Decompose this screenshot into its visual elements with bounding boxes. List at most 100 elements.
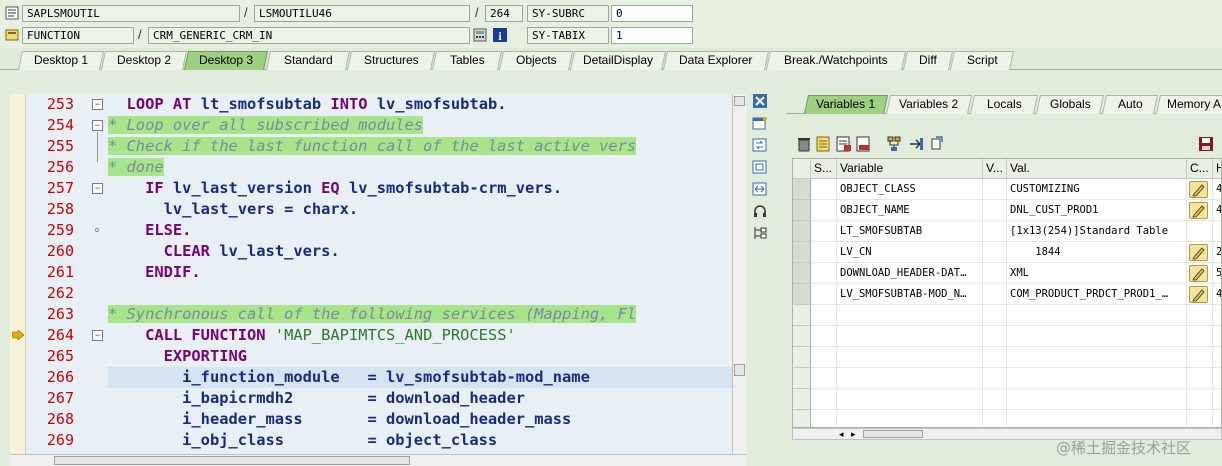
column-header-change[interactable]: C... (1187, 159, 1213, 179)
settings-tree-icon[interactable] (752, 226, 768, 240)
tab-objects[interactable]: Objects (498, 51, 574, 70)
horizontal-scrollbar[interactable] (10, 454, 746, 466)
edit-pencil-icon[interactable] (1189, 181, 1208, 198)
scroll-left-icon[interactable]: ◂ (839, 429, 844, 440)
variable-cell[interactable]: OBJECT_NAME (837, 200, 983, 221)
code-line[interactable]: IF lv_last_version EQ lv_smofsubtab-crm_… (108, 178, 732, 199)
row-selector[interactable] (793, 326, 811, 347)
row-selector[interactable] (793, 263, 811, 284)
tab-auto[interactable]: Auto (1101, 95, 1159, 114)
tab-desktop-1[interactable]: Desktop 1 (17, 51, 105, 70)
variable-cell[interactable]: LV_SMOFSUBTAB-MOD_N… (837, 284, 983, 305)
code-line[interactable]: i_header_mass = download_header_mass (108, 409, 732, 430)
value-cell[interactable]: DNL_CUST_PROD1 (1007, 200, 1187, 221)
row-selector[interactable] (793, 410, 811, 427)
copy-row-icon[interactable] (836, 136, 852, 152)
navigate-icon[interactable] (908, 136, 924, 152)
close-icon[interactable] (752, 94, 768, 108)
filter-icon[interactable] (930, 136, 946, 152)
calculator-icon[interactable] (473, 28, 487, 42)
column-header-v[interactable]: V... (983, 159, 1007, 179)
value-cell[interactable]: COM_PRODUCT_PRDCT_PROD1_… (1007, 284, 1187, 305)
column-header-h[interactable]: H (1213, 159, 1221, 179)
scroll-right-icon[interactable]: ▸ (851, 429, 856, 440)
tab-tables[interactable]: Tables (431, 51, 503, 70)
code-line[interactable]: CALL FUNCTION 'MAP_BAPIMTCS_AND_PROCESS' (108, 325, 732, 346)
value-cell[interactable]: [1x13(254)]Standard Table (1007, 221, 1187, 242)
code-line[interactable]: LOOP AT lt_smofsubtab INTO lv_smofsubtab… (108, 94, 732, 115)
code-line[interactable]: lv_last_vers = charx. (108, 199, 732, 220)
tab-desktop-2[interactable]: Desktop 2 (100, 51, 188, 70)
scroll-thumb[interactable] (734, 364, 745, 376)
column-header-value[interactable]: Val. (1007, 159, 1187, 179)
column-header-variable[interactable]: Variable (837, 159, 983, 179)
code-line[interactable]: i_function_module = lv_smofsubtab-mod_na… (108, 367, 732, 388)
sysfield2-value[interactable]: 1 (611, 27, 693, 44)
tab-break-watchpoints[interactable]: Break./Watchpoints (765, 51, 907, 70)
code-line[interactable]: ENDIF. (108, 262, 732, 283)
value-cell[interactable]: CUSTOMIZING (1007, 179, 1187, 200)
fold-toggle-icon[interactable]: − (92, 183, 103, 194)
row-selector[interactable] (793, 179, 811, 200)
code-line[interactable] (108, 283, 732, 304)
tab-variables-1[interactable]: Variables 1 (803, 95, 889, 114)
code-line[interactable]: * Loop over all subscribed modules (108, 115, 732, 136)
fold-toggle-icon[interactable]: − (92, 99, 103, 110)
code-line[interactable]: i_obj_class = object_class (108, 430, 732, 451)
row-selector[interactable] (793, 347, 811, 368)
tab-globals[interactable]: Globals (1035, 95, 1105, 114)
tab-script[interactable]: Script (949, 51, 1015, 70)
row-selector[interactable] (793, 242, 811, 263)
row-selector[interactable] (793, 305, 811, 326)
tab-memory[interactable]: Memory A (1155, 95, 1222, 114)
tab-data-explorer[interactable]: Data Explorer (662, 51, 770, 70)
tab-standard[interactable]: Standard (265, 51, 351, 70)
code-line[interactable]: * Synchronous call of the following serv… (108, 304, 732, 325)
scroll-up-button[interactable] (734, 96, 745, 106)
code-line[interactable]: EXPORTING (108, 346, 732, 367)
tab-desktop-3[interactable]: Desktop 3 (183, 51, 269, 70)
edit-pencil-icon[interactable] (1189, 244, 1208, 261)
variable-cell[interactable]: DOWNLOAD_HEADER-DAT… (837, 263, 983, 284)
row-selector[interactable] (793, 368, 811, 389)
vertical-scrollbar[interactable] (732, 94, 746, 454)
edit-pencil-icon[interactable] (1189, 202, 1208, 219)
replace-tool-icon[interactable] (752, 138, 768, 152)
new-window-icon[interactable] (752, 116, 768, 130)
variable-cell[interactable]: LT_SMOFSUBTAB (837, 221, 983, 242)
breakpoint-gutter[interactable] (10, 94, 26, 454)
variable-cell[interactable]: LV_CN (837, 242, 983, 263)
code-line[interactable]: CLEAR lv_last_vers. (108, 241, 732, 262)
delete-icon[interactable] (796, 136, 812, 152)
code-editor[interactable]: LOOP AT lt_smofsubtab INTO lv_smofsubtab… (108, 94, 732, 454)
scroll-thumb[interactable] (863, 430, 923, 438)
column-header-status[interactable]: S... (811, 159, 837, 179)
edit-pencil-icon[interactable] (1189, 265, 1208, 282)
tab-structures[interactable]: Structures (346, 51, 436, 70)
fold-toggle-icon[interactable]: − (92, 330, 103, 341)
headset-icon[interactable] (752, 204, 768, 218)
maximize-icon[interactable] (752, 160, 768, 174)
variable-cell[interactable]: OBJECT_CLASS (837, 179, 983, 200)
tab-variables-2[interactable]: Variables 2 (885, 95, 973, 114)
edit-pencil-icon[interactable] (1189, 286, 1208, 303)
scroll-thumb[interactable] (54, 456, 410, 465)
row-selector[interactable] (793, 221, 811, 242)
info-icon[interactable]: i (493, 28, 507, 43)
code-line[interactable]: * done (108, 157, 732, 178)
select-all-cell[interactable] (793, 159, 811, 179)
code-line[interactable]: i_bapicrmdh2 = download_header (108, 388, 732, 409)
row-selector[interactable] (793, 389, 811, 410)
code-line[interactable]: * Check if the last function call of the… (108, 136, 732, 157)
insert-row-icon[interactable] (816, 136, 832, 152)
swap-icon[interactable] (752, 182, 768, 196)
tab-locals[interactable]: Locals (969, 95, 1039, 114)
hierarchy-icon[interactable] (886, 136, 902, 152)
value-cell[interactable]: XML (1007, 263, 1187, 284)
save-layout-icon[interactable] (856, 136, 872, 152)
fold-toggle-icon[interactable]: − (92, 120, 103, 131)
row-selector[interactable] (793, 284, 811, 305)
tab-detaildisplay[interactable]: DetailDisplay (569, 51, 667, 70)
value-cell[interactable]: 1844 (1007, 242, 1187, 263)
save-icon[interactable] (1198, 136, 1214, 152)
